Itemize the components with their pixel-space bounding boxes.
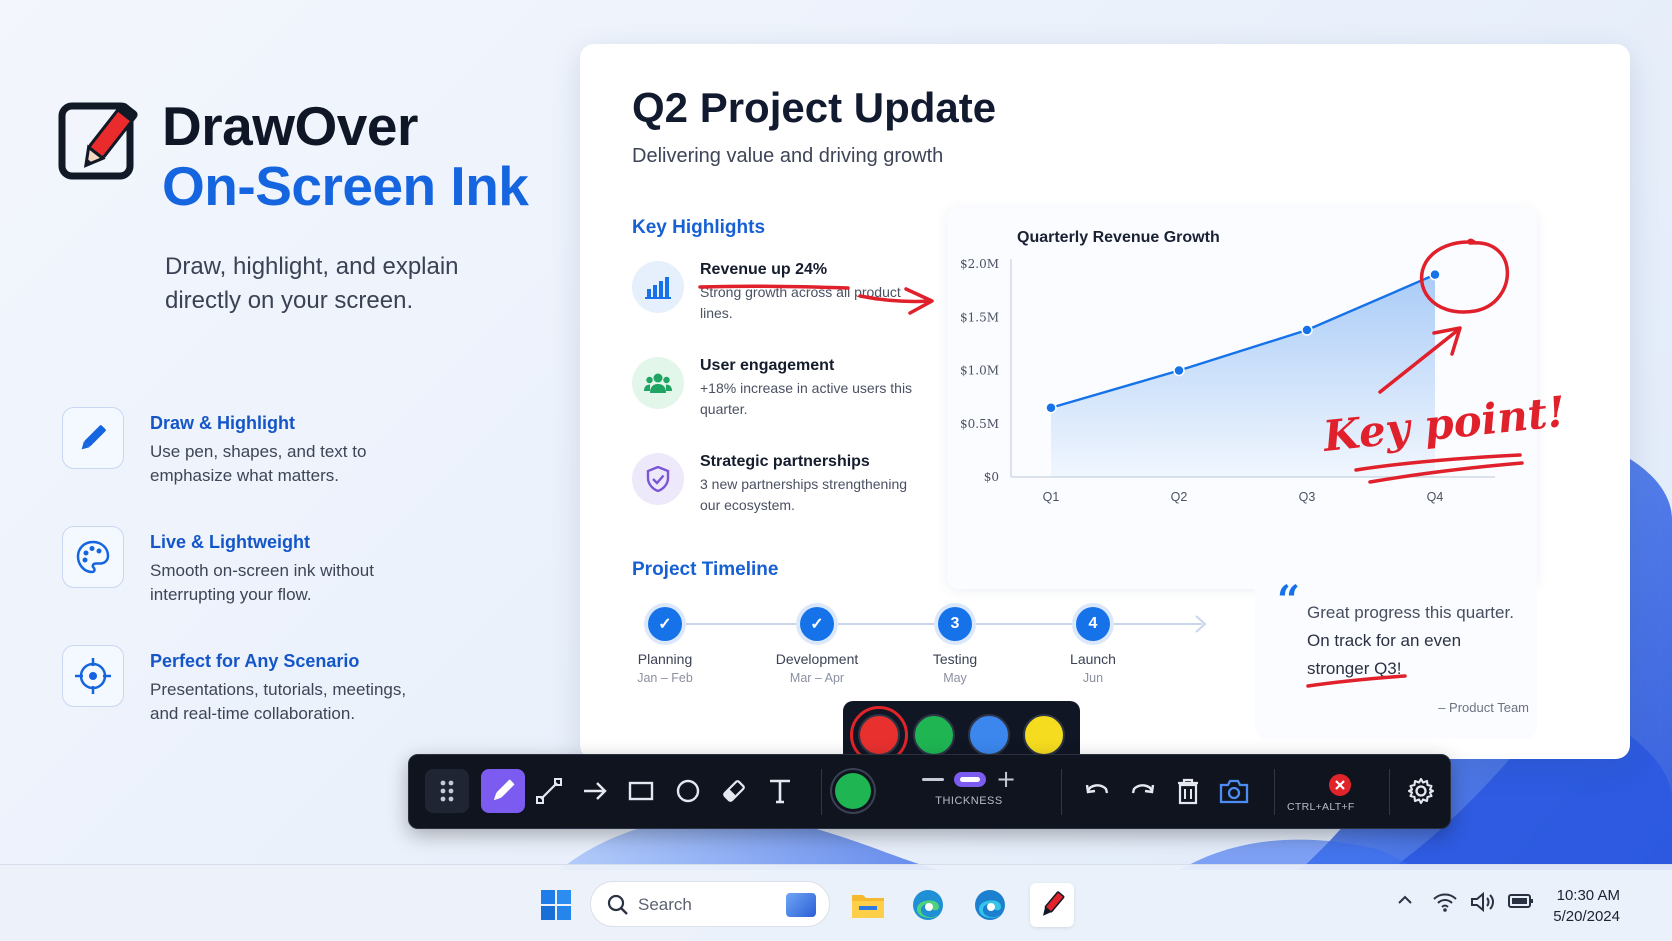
- search-icon: [607, 894, 628, 915]
- undo-icon[interactable]: [1075, 769, 1119, 813]
- ellipse-icon[interactable]: [666, 769, 710, 813]
- rectangle-icon[interactable]: [619, 769, 663, 813]
- thickness-control: + THICKNESS: [914, 767, 1024, 807]
- settings-gear-icon[interactable]: [1399, 769, 1443, 813]
- volume-icon[interactable]: [1470, 891, 1496, 913]
- thickness-label: THICKNESS: [935, 795, 1003, 807]
- chevron-up-icon[interactable]: [1396, 891, 1414, 909]
- edge-browser-icon-2[interactable]: [968, 883, 1012, 927]
- system-clock[interactable]: 10:30 AM 5/20/2024: [1540, 885, 1620, 927]
- windows-taskbar: Search 10:30 AM 5/20/2024: [0, 864, 1672, 941]
- trash-icon[interactable]: [1166, 769, 1210, 813]
- wifi-icon[interactable]: [1432, 891, 1458, 913]
- search-placeholder: Search: [638, 895, 692, 914]
- task-view-icon: [786, 893, 816, 917]
- ink-arrow: [1378, 328, 1460, 394]
- line-icon[interactable]: [527, 769, 571, 813]
- color-swatch-green[interactable]: [912, 713, 955, 756]
- current-color-swatch: [835, 773, 871, 809]
- arrow-icon[interactable]: [573, 769, 617, 813]
- hotkey-label: CTRL+ALT+F: [1287, 801, 1355, 813]
- windows-start-icon[interactable]: [534, 883, 578, 927]
- grip-icon[interactable]: [425, 769, 469, 813]
- camera-icon[interactable]: [1212, 769, 1256, 813]
- eraser-icon[interactable]: [712, 769, 756, 813]
- toolbar-divider: [821, 769, 822, 815]
- text-icon[interactable]: [758, 769, 802, 813]
- ink-key-point-label: Key point!: [1320, 387, 1568, 461]
- clock-date: 5/20/2024: [1553, 908, 1620, 925]
- ink-underline: [698, 284, 850, 290]
- thickness-thin-icon[interactable]: [921, 777, 944, 781]
- ink-circle: [1419, 238, 1510, 314]
- thickness-medium-icon[interactable]: [953, 771, 986, 787]
- file-explorer-icon[interactable]: [846, 883, 890, 927]
- thickness-indicator: [959, 776, 980, 782]
- redo-icon[interactable]: [1121, 769, 1165, 813]
- clock-time: 10:30 AM: [1556, 887, 1620, 904]
- toolbar-divider: [1389, 769, 1390, 815]
- edge-browser-icon[interactable]: [906, 883, 950, 927]
- pen-icon[interactable]: [481, 769, 525, 813]
- toolbar-divider: [1274, 769, 1275, 815]
- close-icon[interactable]: [1329, 774, 1351, 796]
- taskbar-search[interactable]: Search: [590, 881, 830, 927]
- drawing-toolbar: + THICKNESS CTRL+ALT+F: [408, 754, 1451, 829]
- thickness-increase-icon[interactable]: +: [996, 767, 1016, 791]
- battery-icon[interactable]: [1508, 891, 1534, 911]
- color-swatch-blue[interactable]: [968, 713, 1011, 756]
- ink-underline: [1306, 674, 1407, 688]
- color-swatch-yellow[interactable]: [1023, 713, 1066, 756]
- toolbar-divider: [1061, 769, 1062, 815]
- drawover-taskbar-icon[interactable]: [1030, 883, 1074, 927]
- color-swatch-red[interactable]: [849, 705, 908, 764]
- current-color-button[interactable]: [831, 769, 875, 813]
- ink-underline: [1354, 453, 1522, 472]
